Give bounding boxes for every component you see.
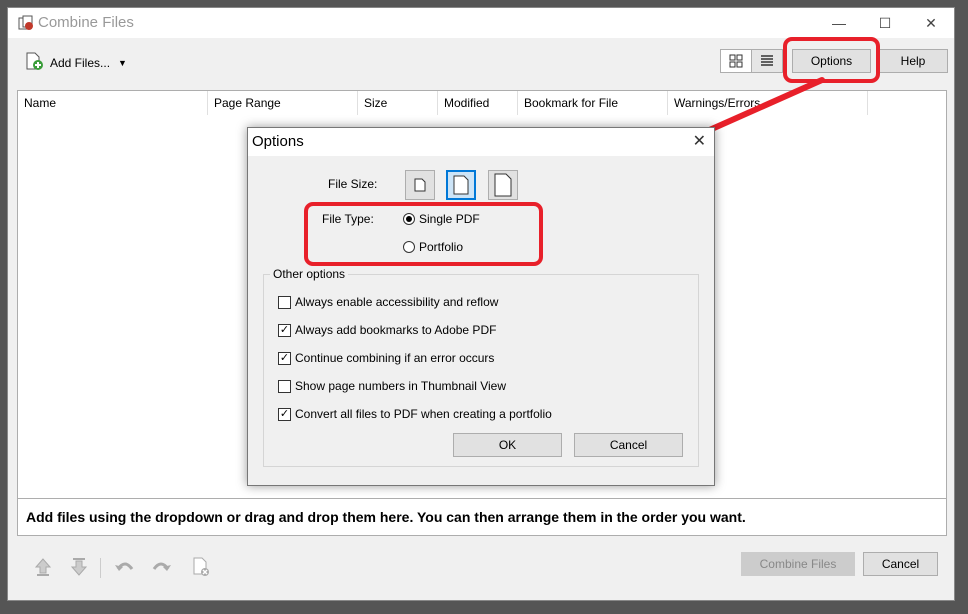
checkbox-add-bookmarks[interactable]: ✓ Always add bookmarks to Adobe PDF xyxy=(278,323,496,337)
checkbox-show-page-numbers[interactable]: Show page numbers in Thumbnail View xyxy=(278,379,506,393)
checkmark-icon: ✓ xyxy=(278,351,291,365)
checkbox-accessibility-reflow[interactable]: Always enable accessibility and reflow xyxy=(278,295,498,309)
checkbox-continue-on-error[interactable]: ✓ Continue combining if an error occurs xyxy=(278,351,494,365)
file-size-label: File Size: xyxy=(328,177,378,191)
checkbox-label: Show page numbers in Thumbnail View xyxy=(295,379,507,393)
checkbox-label: Always add bookmarks to Adobe PDF xyxy=(295,323,497,337)
checkbox-label: Always enable accessibility and reflow xyxy=(295,295,499,309)
checkbox-label: Continue combining if an error occurs xyxy=(295,351,495,365)
file-size-medium-button[interactable] xyxy=(446,170,476,200)
other-options-label: Other options xyxy=(270,267,349,281)
options-dialog: Options ✕ File Size: File Type: Single P… xyxy=(247,127,715,486)
file-type-highlight xyxy=(304,202,543,266)
file-size-large-button[interactable] xyxy=(488,170,518,200)
checkbox-unchecked-icon xyxy=(278,295,291,309)
ok-button[interactable]: OK xyxy=(453,433,562,457)
checkbox-unchecked-icon xyxy=(278,379,291,393)
checkbox-convert-to-pdf[interactable]: ✓ Convert all files to PDF when creating… xyxy=(278,407,552,421)
dialog-close-icon[interactable]: ✕ xyxy=(693,131,706,151)
checkmark-icon: ✓ xyxy=(278,323,291,337)
checkmark-icon: ✓ xyxy=(278,407,291,421)
dialog-title: Options xyxy=(252,133,304,150)
options-highlight xyxy=(783,37,880,83)
dialog-title-bar: Options ✕ xyxy=(248,128,714,156)
checkbox-label: Convert all files to PDF when creating a… xyxy=(295,407,552,421)
dialog-cancel-button[interactable]: Cancel xyxy=(574,433,683,457)
file-size-small-button[interactable] xyxy=(405,170,435,200)
